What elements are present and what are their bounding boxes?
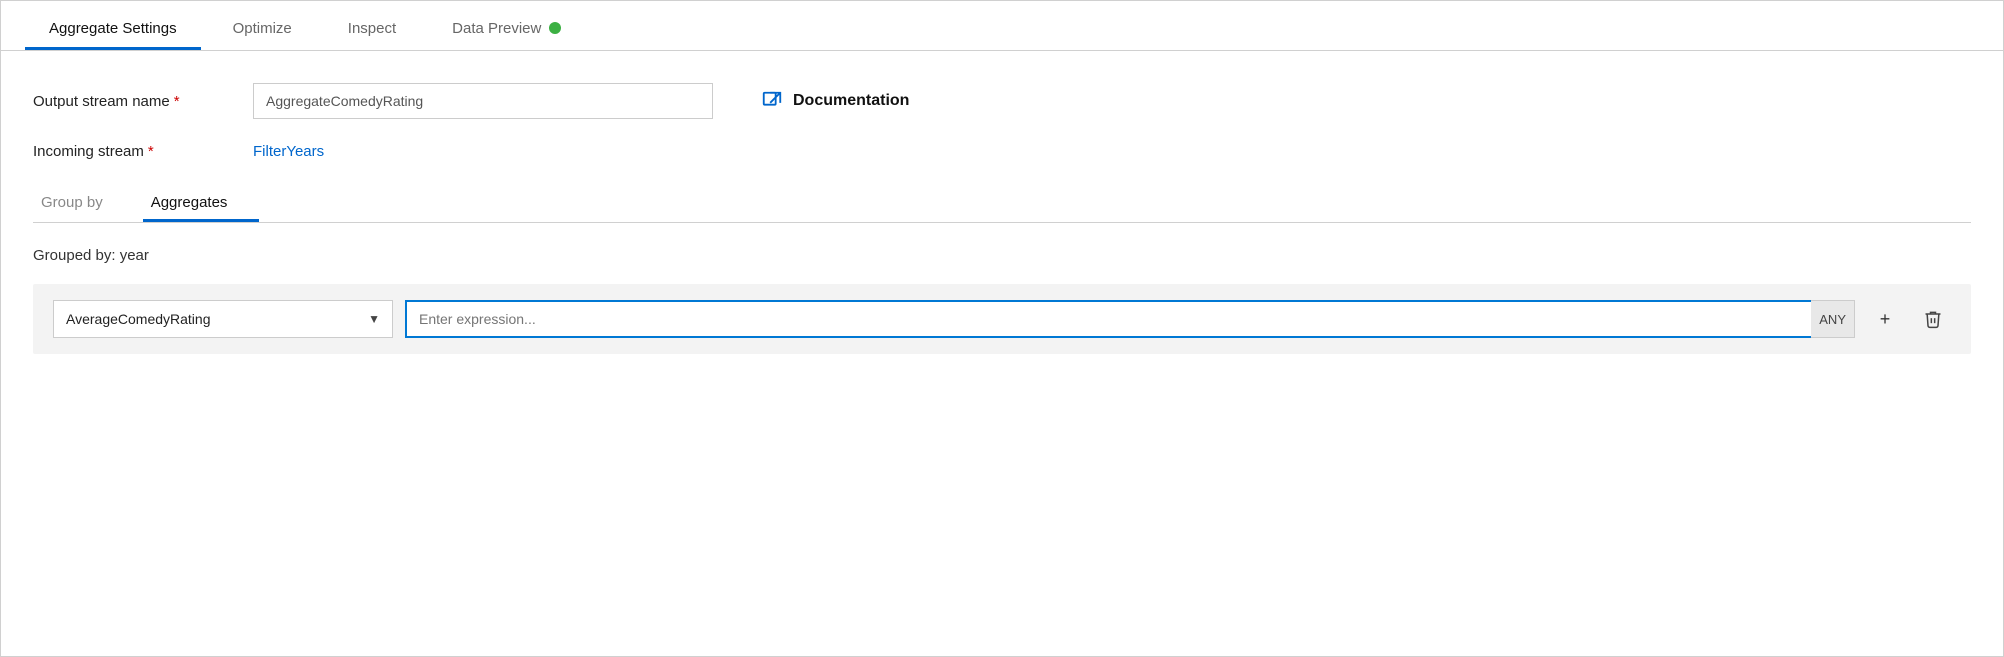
incoming-stream-value: FilterYears [253, 143, 324, 160]
column-dropdown[interactable]: AverageComedyRating ▼ [53, 300, 393, 338]
output-stream-row: Output stream name* Documentation [33, 83, 1971, 119]
column-dropdown-value: AverageComedyRating [66, 311, 211, 327]
trash-icon [1923, 309, 1943, 329]
aggregate-row: AverageComedyRating ▼ ANY + [33, 284, 1971, 354]
sub-tab-group-by[interactable]: Group by [33, 184, 135, 222]
tab-bar: Aggregate Settings Optimize Inspect Data… [1, 1, 2003, 51]
tab-optimize[interactable]: Optimize [209, 8, 316, 50]
output-stream-label: Output stream name* [33, 93, 253, 110]
tab-data-preview[interactable]: Data Preview [428, 8, 585, 50]
tab-inspect[interactable]: Inspect [324, 8, 420, 50]
tab-inspect-label: Inspect [348, 20, 396, 37]
doc-label: Documentation [793, 92, 909, 110]
data-preview-status-dot [549, 22, 561, 34]
expression-input-wrap: ANY [405, 300, 1855, 338]
incoming-stream-link[interactable]: FilterYears [253, 143, 324, 160]
any-badge: ANY [1811, 300, 1855, 338]
incoming-stream-row: Incoming stream* FilterYears [33, 143, 1971, 160]
tab-aggregate-settings-label: Aggregate Settings [49, 20, 177, 37]
tab-data-preview-label: Data Preview [452, 20, 541, 37]
tab-aggregate-settings[interactable]: Aggregate Settings [25, 8, 201, 50]
output-stream-input[interactable] [253, 83, 713, 119]
sub-tab-group-by-label: Group by [41, 194, 103, 211]
output-stream-required: * [174, 93, 180, 110]
add-aggregate-button[interactable]: + [1867, 301, 1903, 337]
content-area: Output stream name* Documentation Incomi… [1, 51, 2003, 656]
incoming-stream-label: Incoming stream* [33, 143, 253, 160]
add-icon: + [1880, 309, 1891, 330]
external-link-icon [761, 90, 783, 112]
expression-input[interactable] [405, 300, 1855, 338]
documentation-link[interactable]: Documentation [761, 90, 909, 112]
dropdown-arrow-icon: ▼ [368, 312, 380, 326]
sub-tab-bar: Group by Aggregates [33, 184, 1971, 223]
sub-tab-aggregates[interactable]: Aggregates [143, 184, 260, 222]
grouped-by-label: Grouped by: year [33, 247, 1971, 264]
incoming-stream-required: * [148, 143, 154, 160]
delete-aggregate-button[interactable] [1915, 301, 1951, 337]
tab-optimize-label: Optimize [233, 20, 292, 37]
sub-tab-aggregates-label: Aggregates [151, 194, 228, 211]
main-container: Aggregate Settings Optimize Inspect Data… [0, 0, 2004, 657]
